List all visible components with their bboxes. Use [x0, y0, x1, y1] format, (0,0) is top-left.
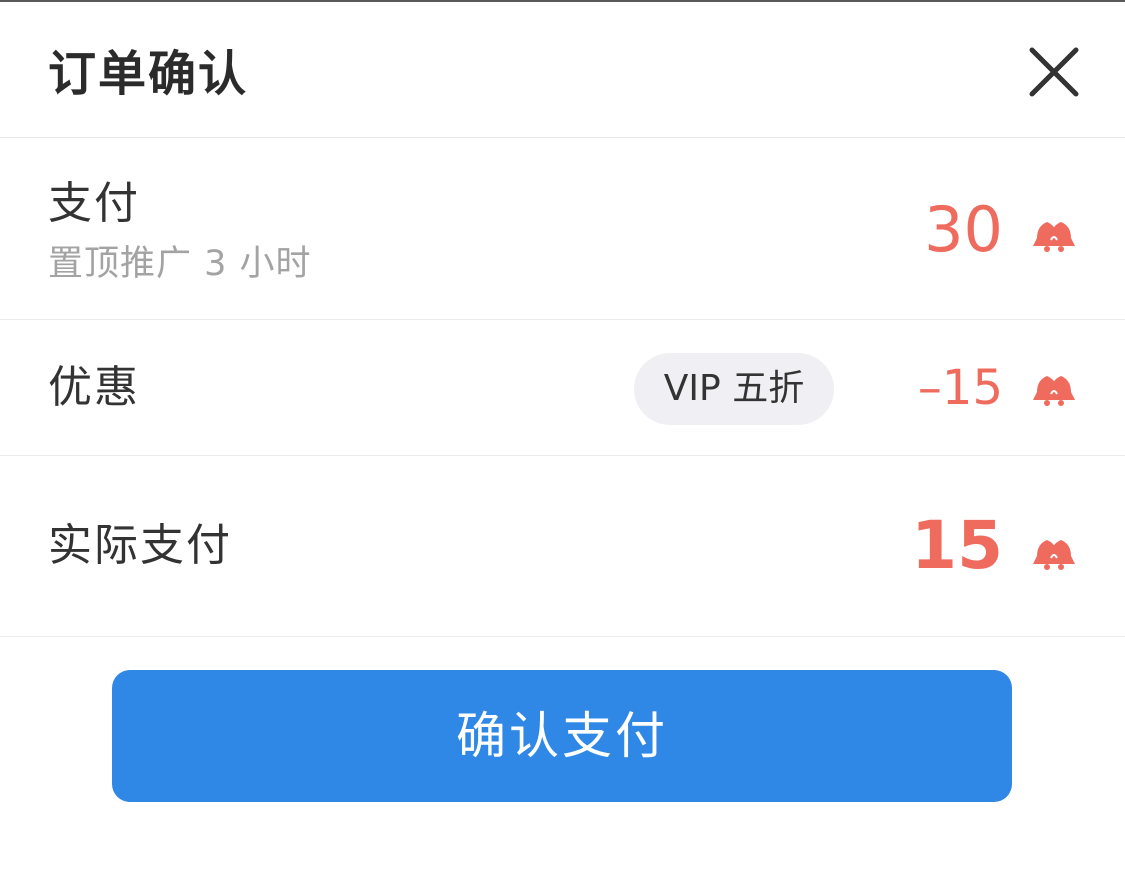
order-confirm-sheet: 订单确认 支付 置顶推广 3 小时 30 优惠 VIP 五折 –15 实际支付 … — [0, 0, 1125, 886]
pay-description: 置顶推广 3 小时 — [48, 244, 312, 284]
discount-amount: –15 — [917, 360, 1003, 416]
actual-pay-row: 实际支付 15 — [0, 456, 1125, 637]
vip-discount-badge: VIP 五折 — [634, 353, 834, 425]
discount-label: 优惠 — [48, 362, 140, 413]
bell-coin-icon — [1033, 222, 1075, 252]
pay-amount: 30 — [924, 193, 1003, 266]
actual-pay-amount: 15 — [911, 507, 1003, 584]
close-icon[interactable] — [1022, 40, 1086, 104]
pay-row: 支付 置顶推广 3 小时 30 — [0, 138, 1125, 320]
pay-label: 支付 — [48, 178, 140, 229]
page-title: 订单确认 — [48, 46, 249, 102]
sheet-header: 订单确认 — [0, 2, 1125, 138]
bell-coin-icon — [1033, 540, 1075, 570]
confirm-pay-button[interactable]: 确认支付 — [112, 670, 1012, 802]
discount-row: 优惠 VIP 五折 –15 — [0, 320, 1125, 456]
bell-coin-icon — [1033, 376, 1075, 406]
actual-pay-label: 实际支付 — [48, 520, 232, 571]
